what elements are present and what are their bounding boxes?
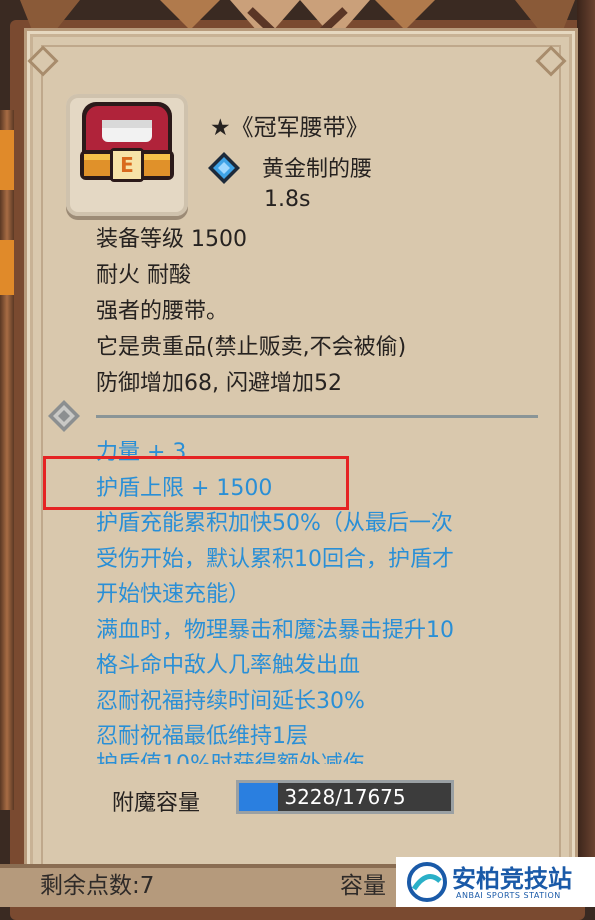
description-line: 耐火 耐酸 xyxy=(96,263,191,288)
description-line: 防御增加68, 闪避增加52 xyxy=(96,371,342,396)
stat-line: 满血时，物理暴击和魔法暴击提升10 xyxy=(96,617,454,643)
diamond-icon xyxy=(48,400,80,432)
description-line: 它是贵重品(禁止贩卖,不会被偷) xyxy=(96,335,407,360)
enchant-capacity-bar: 3228/17675 xyxy=(236,780,454,814)
svg-text:E: E xyxy=(120,153,134,177)
description-line: 强者的腰带。 xyxy=(96,299,229,324)
stat-line: 忍耐祝福持续时间延长30% xyxy=(96,688,365,714)
item-description: 装备等级 1500 耐火 耐酸 强者的腰带。 它是贵重品(禁止贩卖,不会被偷) … xyxy=(96,224,406,404)
watermark: 安柏竞技站 ANBAI SPORTS STATION xyxy=(396,857,595,907)
section-divider xyxy=(96,415,538,418)
remaining-points: 剩余点数:7 xyxy=(40,873,155,899)
enchant-capacity-value: 3228/17675 xyxy=(284,785,406,809)
stat-line-partial: 护盾值10%时获得额外减伤 xyxy=(96,752,365,765)
stat-line: 护盾充能累积加快50%（从最后一次 xyxy=(96,511,453,536)
anbai-logo-icon xyxy=(407,862,447,902)
stat-line: 开始快速充能） xyxy=(96,582,251,607)
right-frame-edge xyxy=(577,0,595,907)
stat-line: 受伤开始，默认累积10回合，护盾才 xyxy=(96,546,454,572)
stat-line: 忍耐祝福最低维持1层 xyxy=(96,724,308,749)
left-frame-edge xyxy=(0,110,14,810)
left-edge-tab xyxy=(0,130,14,190)
item-use-time: 1.8s xyxy=(264,187,311,212)
watermark-title: 安柏竞技站 xyxy=(452,865,572,893)
description-line: 装备等级 1500 xyxy=(96,227,247,252)
capacity-label: 容量 xyxy=(340,873,386,899)
left-edge-tab xyxy=(0,240,14,295)
item-type: 黄金制的腰 xyxy=(262,157,373,182)
enchant-capacity-label: 附魔容量 xyxy=(112,791,201,816)
watermark-subtitle: ANBAI SPORTS STATION xyxy=(456,891,561,900)
highlight-annotation-box xyxy=(43,456,349,510)
stat-line-partial-text: 护盾值10%时获得额外减伤 xyxy=(96,754,365,765)
stat-line: 格斗命中敌人几率触发出血 xyxy=(96,653,361,678)
blue-diamond-icon xyxy=(208,152,240,184)
champion-belt-icon: E xyxy=(66,94,188,216)
item-name: ★《冠军腰带》 xyxy=(210,115,369,141)
